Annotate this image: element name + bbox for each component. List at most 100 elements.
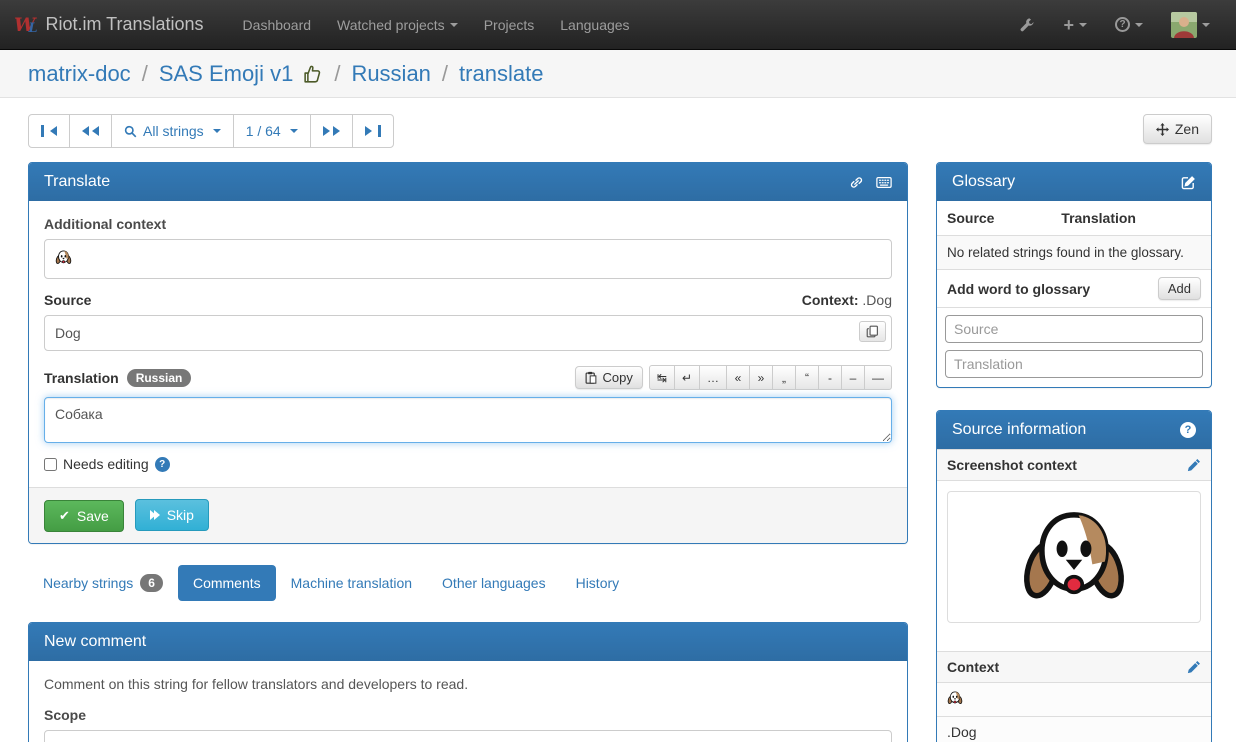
check-icon: ✔ bbox=[59, 508, 70, 524]
link-icon bbox=[849, 175, 864, 190]
translate-panel-header: Translate bbox=[29, 163, 907, 201]
scope-label: Scope bbox=[44, 707, 892, 723]
tab-other-languages[interactable]: Other languages bbox=[427, 565, 561, 601]
avatar bbox=[1171, 12, 1197, 38]
thumbs-up-icon bbox=[301, 63, 323, 85]
tab-nearby-strings[interactable]: Nearby strings 6 bbox=[28, 564, 178, 602]
nav-dashboard[interactable]: Dashboard bbox=[230, 2, 325, 48]
screenshot-context-row bbox=[937, 480, 1211, 651]
nearby-count-badge: 6 bbox=[140, 574, 163, 592]
nav-watched-projects[interactable]: Watched projects bbox=[324, 2, 471, 48]
add-word-label: Add word to glossary bbox=[947, 281, 1090, 297]
manage-glossary-button[interactable] bbox=[1181, 175, 1196, 190]
user-menu-button[interactable] bbox=[1159, 0, 1222, 52]
context-value-row: .Dog bbox=[937, 716, 1211, 742]
source-label: Source bbox=[44, 292, 91, 308]
paste-icon bbox=[585, 371, 597, 384]
chevron-down-icon bbox=[450, 23, 458, 27]
special-characters-group: ↹ ↵ … « » „ “ - – — bbox=[649, 365, 892, 390]
breadcrumb-page[interactable]: translate bbox=[459, 61, 543, 87]
comment-scope-select[interactable]: Translation comment, discussions with ot… bbox=[44, 730, 892, 742]
insert-high-quote-button[interactable]: “ bbox=[795, 365, 819, 390]
breadcrumb: matrix-doc / SAS Emoji v1 / Russian / tr… bbox=[0, 50, 1236, 98]
insert-raquo-button[interactable]: » bbox=[749, 365, 773, 390]
keyboard-icon bbox=[876, 176, 892, 189]
add-menu-button[interactable]: + bbox=[1051, 4, 1099, 46]
language-badge: Russian bbox=[127, 369, 192, 387]
translation-label: Translation bbox=[44, 370, 119, 386]
context-emoji-row bbox=[937, 682, 1211, 716]
arrows-expand-icon bbox=[1156, 123, 1169, 136]
copy-source-button[interactable] bbox=[859, 321, 886, 342]
fast-forward-icon bbox=[150, 510, 160, 520]
glossary-panel-header: Glossary bbox=[937, 163, 1211, 201]
help-menu-button[interactable]: ? bbox=[1103, 3, 1155, 46]
previous-string-button[interactable] bbox=[69, 114, 112, 148]
edit-square-icon bbox=[1181, 175, 1196, 190]
glossary-col-translation: Translation bbox=[1061, 210, 1136, 226]
copy-to-translation-button[interactable]: Copy bbox=[575, 366, 643, 389]
app-brand[interactable]: WL Riot.im Translations bbox=[14, 13, 204, 36]
insert-endash-button[interactable]: – bbox=[841, 365, 865, 390]
source-string-value: Dog bbox=[55, 325, 81, 341]
needs-editing-checkbox[interactable] bbox=[44, 458, 57, 471]
breadcrumb-component[interactable]: SAS Emoji v1 bbox=[159, 61, 294, 87]
tab-comments[interactable]: Comments bbox=[178, 565, 276, 601]
insert-emdash-button[interactable]: — bbox=[864, 365, 892, 390]
new-comment-title: New comment bbox=[44, 633, 146, 651]
insert-newline-button[interactable]: ↵ bbox=[674, 365, 700, 390]
zen-mode-button[interactable]: Zen bbox=[1143, 114, 1212, 144]
chevron-down-icon bbox=[1135, 23, 1143, 27]
insert-tab-button[interactable]: ↹ bbox=[649, 365, 675, 390]
breadcrumb-language[interactable]: Russian bbox=[351, 61, 430, 87]
screenshot-context-heading: Screenshot context bbox=[937, 449, 1211, 480]
permalink-button[interactable] bbox=[849, 175, 864, 190]
insert-low-quote-button[interactable]: „ bbox=[772, 365, 796, 390]
insert-ellipsis-button[interactable]: … bbox=[699, 365, 727, 390]
skip-button[interactable]: Skip bbox=[135, 499, 209, 531]
edit-context-button[interactable] bbox=[1187, 660, 1201, 674]
search-icon bbox=[124, 125, 137, 138]
breadcrumb-project[interactable]: matrix-doc bbox=[28, 61, 131, 87]
glossary-table-header: Source Translation bbox=[937, 201, 1211, 236]
plus-icon: + bbox=[1063, 18, 1074, 32]
help-circle-icon: ? bbox=[1115, 17, 1130, 32]
nav-projects[interactable]: Projects bbox=[471, 2, 548, 48]
detail-tabs: Nearby strings 6 Comments Machine transl… bbox=[28, 564, 908, 602]
chevron-down-icon bbox=[1079, 23, 1087, 27]
weblate-logo: WL bbox=[14, 13, 37, 36]
edit-screenshot-button[interactable] bbox=[1187, 458, 1201, 472]
new-comment-panel: New comment Comment on this string for f… bbox=[28, 622, 908, 742]
context-label: Context: bbox=[802, 292, 859, 308]
screenshot-image[interactable] bbox=[947, 491, 1201, 623]
source-info-panel: Source information ? Screenshot context … bbox=[936, 410, 1212, 742]
context-value: .Dog bbox=[862, 292, 892, 308]
copy-icon bbox=[866, 325, 879, 338]
glossary-translation-input[interactable] bbox=[945, 350, 1203, 378]
keyboard-shortcuts-button[interactable] bbox=[876, 176, 892, 189]
admin-tools-button[interactable] bbox=[1007, 3, 1047, 47]
tab-machine-translation[interactable]: Machine translation bbox=[276, 565, 427, 601]
glossary-panel: Glossary Source Translation No related s… bbox=[936, 162, 1212, 388]
pencil-icon bbox=[1187, 660, 1201, 674]
last-string-button[interactable] bbox=[352, 114, 394, 148]
top-navbar: WL Riot.im Translations Dashboard Watche… bbox=[0, 0, 1236, 50]
wrench-icon bbox=[1019, 17, 1035, 33]
save-button[interactable]: ✔ Save bbox=[44, 500, 124, 532]
first-string-button[interactable] bbox=[28, 114, 70, 148]
new-comment-panel-header: New comment bbox=[29, 623, 907, 661]
help-circle-icon[interactable]: ? bbox=[1180, 422, 1196, 438]
help-circle-icon[interactable]: ? bbox=[155, 457, 170, 472]
glossary-source-input[interactable] bbox=[945, 315, 1203, 343]
translation-textarea[interactable]: Собака bbox=[44, 397, 892, 443]
tab-history[interactable]: History bbox=[561, 565, 635, 601]
nav-languages[interactable]: Languages bbox=[547, 2, 642, 48]
add-glossary-button[interactable]: Add bbox=[1158, 277, 1201, 300]
filter-strings-button[interactable]: All strings bbox=[111, 114, 234, 148]
dog-emoji bbox=[55, 249, 72, 266]
next-string-button[interactable] bbox=[310, 114, 353, 148]
translate-panel-title: Translate bbox=[44, 173, 110, 191]
insert-laquo-button[interactable]: « bbox=[726, 365, 750, 390]
position-dropdown-button[interactable]: 1 / 64 bbox=[233, 114, 311, 148]
insert-hyphen-button[interactable]: - bbox=[818, 365, 842, 390]
